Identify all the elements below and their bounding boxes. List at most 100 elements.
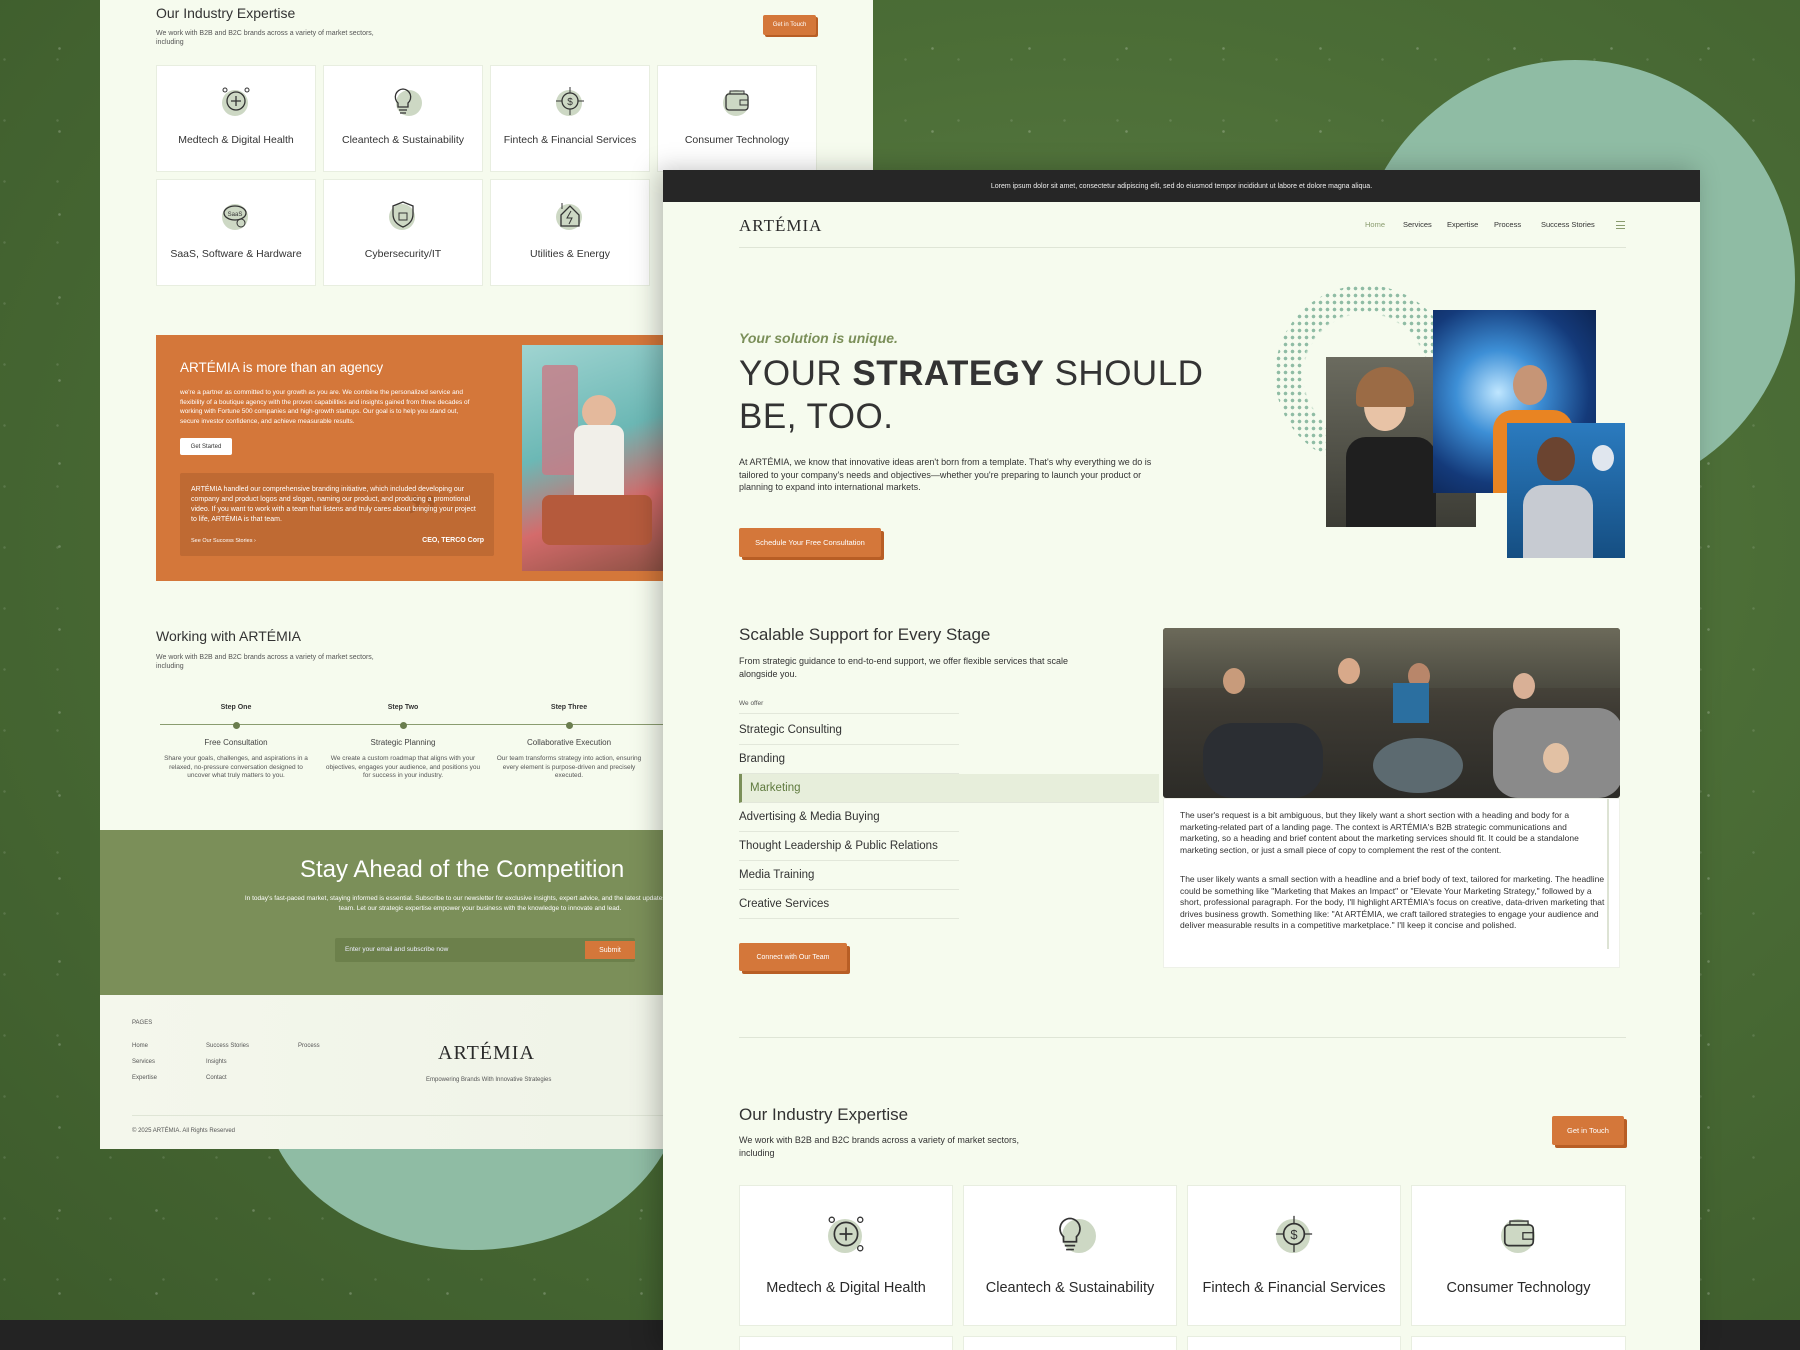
wallet-icon	[720, 84, 754, 118]
footer-link-contact[interactable]: Contact	[206, 1075, 227, 1081]
hero-eyebrow: Your solution is unique.	[739, 330, 898, 346]
card-label: Consumer Technology	[1446, 1280, 1591, 1296]
expertise-subtitle: We work with B2B and B2C brands across a…	[156, 30, 374, 46]
bulb-icon	[1048, 1212, 1096, 1256]
we-offer-label: We offer	[739, 700, 959, 714]
support-title: Scalable Support for Every Stage	[739, 625, 991, 644]
marketing-paragraph-2: The user likely wants a small section wi…	[1180, 874, 1605, 930]
shield-icon	[386, 198, 420, 232]
newsletter-title: Stay Ahead of the Competition	[300, 856, 625, 883]
service-advertising[interactable]: Advertising & Media Buying	[739, 803, 959, 832]
footer-logo[interactable]: ARTÉMIA	[438, 1042, 535, 1065]
svg-text:$: $	[567, 97, 573, 108]
expertise-title: Our Industry Expertise	[739, 1105, 909, 1124]
testimonial-text: ARTÉMIA handled our comprehensive brandi…	[191, 486, 476, 523]
expertise-card[interactable]	[1411, 1336, 1626, 1350]
expertise-card[interactable]: Consumer Technology	[657, 65, 817, 172]
expertise-card[interactable]	[963, 1336, 1177, 1350]
footer-link-insights[interactable]: Insights	[206, 1059, 227, 1065]
card-label: Cleantech & Sustainability	[342, 134, 464, 146]
footer-link-services[interactable]: Services	[132, 1059, 155, 1065]
expertise-subtitle: We work with B2B and B2C brands across a…	[739, 1135, 1019, 1158]
schedule-consultation-button[interactable]: Schedule Your Free Consultation	[739, 528, 881, 557]
menu-icon[interactable]	[1616, 221, 1625, 229]
testimonial-author: CEO, TERCO Corp	[422, 537, 484, 544]
expertise-card[interactable]: SaaS SaaS, Software & Hardware	[156, 179, 316, 286]
card-label: Cleantech & Sustainability	[985, 1280, 1155, 1296]
expertise-card[interactable]: Consumer Technology	[1411, 1185, 1626, 1326]
newsletter-text: In today's fast-paced market, staying in…	[244, 895, 716, 912]
promo-title: ARTÉMIA is more than an agency	[180, 360, 384, 375]
success-stories-link[interactable]: See Our Success Stories ›	[191, 538, 256, 544]
service-strategic-consulting[interactable]: Strategic Consulting	[739, 716, 959, 745]
service-creative[interactable]: Creative Services	[739, 890, 959, 919]
expertise-card[interactable]: Medtech & Digital Health	[156, 65, 316, 172]
nav-process[interactable]: Process	[1494, 220, 1521, 229]
get-in-touch-button[interactable]: Get in Touch	[1552, 1116, 1624, 1145]
service-thought-leadership[interactable]: Thought Leadership & Public Relations	[739, 832, 959, 861]
get-in-touch-button[interactable]: Get in Touch	[763, 15, 816, 35]
scrollbar[interactable]	[1607, 799, 1609, 949]
presenter-photo	[1507, 423, 1625, 558]
service-branding[interactable]: Branding	[739, 745, 959, 774]
energy-icon	[553, 198, 587, 232]
svg-text:SaaS: SaaS	[228, 212, 243, 218]
logo[interactable]: ARTÉMIA	[739, 216, 822, 236]
card-label: Cybersecurity/IT	[364, 248, 442, 260]
nav-success-stories[interactable]: Success Stories	[1541, 220, 1595, 229]
footer-pages-label: PAGES	[132, 1020, 153, 1026]
card-label: Fintech & Financial Services	[503, 134, 637, 146]
expertise-card[interactable]: $ Fintech & Financial Services	[490, 65, 650, 172]
team-photo	[1163, 628, 1620, 798]
connect-team-button[interactable]: Connect with Our Team	[739, 943, 847, 971]
get-started-button[interactable]: Get Started	[180, 438, 232, 455]
testimonial-card: ” ARTÉMIA handled our comprehensive bran…	[180, 473, 494, 556]
marketing-paragraph-1: The user's request is a bit ambiguous, b…	[1180, 810, 1579, 855]
footer-link-process[interactable]: Process	[298, 1043, 320, 1049]
expertise-card[interactable]	[1187, 1336, 1401, 1350]
expertise-card[interactable]: Utilities & Energy	[490, 179, 650, 286]
hero-heading: YOUR STRATEGY SHOULD BE, TOO.	[739, 354, 1204, 436]
chevron-right-icon: ›	[253, 538, 256, 544]
card-label: Medtech & Digital Health	[766, 1280, 926, 1296]
card-label: Consumer Technology	[684, 134, 790, 146]
footer-link-home[interactable]: Home	[132, 1043, 148, 1049]
marketing-text-card: The user's request is a bit ambiguous, b…	[1163, 798, 1620, 968]
service-marketing[interactable]: Marketing	[739, 774, 1159, 803]
saas-icon: SaaS	[219, 198, 253, 232]
bulb-icon	[386, 84, 422, 118]
working-subtitle: We work with B2B and B2C brands across a…	[156, 654, 374, 670]
expertise-title: Our Industry Expertise	[156, 5, 296, 21]
expertise-card[interactable]: Cybersecurity/IT	[323, 179, 483, 286]
email-field[interactable]: Enter your email and subscribe now Submi…	[335, 938, 635, 962]
nav-home[interactable]: Home	[1365, 220, 1385, 229]
step-item: Step Three Collaborative Execution Our tea…	[496, 704, 642, 779]
footer-link-success[interactable]: Success Stories	[206, 1043, 249, 1049]
submit-button[interactable]: Submit	[585, 941, 635, 959]
hero-text: At ARTÉMIA, we know that innovative idea…	[739, 457, 1152, 492]
step-item: Step Two Strategic Planning We create a cu…	[325, 704, 481, 779]
support-subtitle: From strategic guidance to end-to-end su…	[739, 656, 1069, 679]
card-label: Utilities & Energy	[530, 248, 610, 260]
card-label: Fintech & Financial Services	[1202, 1280, 1386, 1296]
copyright: © 2025 ARTÉMIA. All Rights Reserved	[132, 1128, 236, 1134]
front-page: Lorem ipsum dolor sit amet, consectetur …	[663, 170, 1700, 1350]
card-label: Medtech & Digital Health	[178, 134, 294, 146]
wallet-icon	[1497, 1212, 1541, 1256]
medtech-icon	[219, 84, 253, 118]
fintech-icon: $	[553, 84, 587, 118]
expertise-card[interactable]	[739, 1336, 953, 1350]
footer-link-expertise[interactable]: Expertise	[132, 1075, 157, 1081]
service-media-training[interactable]: Media Training	[739, 861, 959, 890]
navbar: ARTÉMIA Home Services Expertise Process …	[739, 202, 1626, 248]
expertise-card[interactable]: $ Fintech & Financial Services	[1187, 1185, 1401, 1326]
expertise-card[interactable]: Cleantech & Sustainability	[963, 1185, 1177, 1326]
step-item: Step One Free Consultation Share your goal…	[164, 704, 308, 779]
nav-expertise[interactable]: Expertise	[1447, 220, 1478, 229]
expertise-card[interactable]: Medtech & Digital Health	[739, 1185, 953, 1326]
svg-text:$: $	[1290, 1227, 1297, 1242]
expertise-card[interactable]: Cleantech & Sustainability	[323, 65, 483, 172]
email-placeholder: Enter your email and subscribe now	[345, 946, 449, 953]
nav-services[interactable]: Services	[1403, 220, 1432, 229]
fintech-icon: $	[1272, 1212, 1316, 1256]
